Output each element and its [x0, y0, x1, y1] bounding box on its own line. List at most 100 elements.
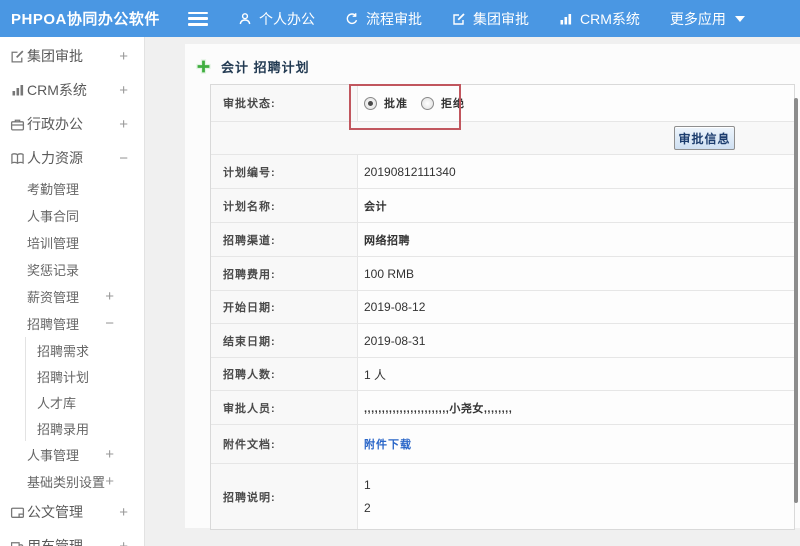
form-row: 招聘费用: 100 RMB	[211, 257, 794, 291]
sidebar-item-招聘管理[interactable]: 招聘管理 −	[0, 310, 144, 337]
sidebar-item-label: 奖惩记录	[27, 263, 80, 278]
field-value: 100 RMB	[364, 266, 415, 281]
main-content: 会计 招聘计划 审批状态: 批准 拒绝 审批信息 计划编号: 20190812111…	[145, 37, 800, 546]
page-title-text: 会计 招聘计划	[221, 60, 310, 75]
sidebar-item-培训管理[interactable]: 培训管理	[0, 229, 144, 256]
sidebar-item-用车管理[interactable]: 用车管理 +	[0, 529, 144, 546]
field-value: 12	[358, 464, 794, 529]
top-nav: 个人办公 流程审批 集团审批 CRM系统 更多应用	[238, 9, 745, 29]
nav-item-1[interactable]: 个人办公	[238, 9, 315, 29]
nav-item-5[interactable]: 更多应用	[670, 9, 745, 29]
field-value: 1 人	[364, 367, 387, 382]
app-logo[interactable]: PHPOA协同办公软件	[0, 8, 188, 29]
form-row: 招聘说明: 1 2	[211, 464, 794, 529]
flow-icon	[345, 12, 359, 26]
sidebar-item-label: 用车管理	[27, 538, 83, 546]
sidebar-item-奖惩记录[interactable]: 奖惩记录	[0, 256, 144, 283]
sidebar-item-招聘计划[interactable]: 招聘计划	[0, 363, 144, 389]
sidebar-item-人才库[interactable]: 人才库	[0, 389, 144, 415]
attachment-download-link[interactable]: 附件下载	[364, 436, 412, 452]
expand-icon[interactable]: +	[105, 289, 114, 304]
expand-icon[interactable]: +	[119, 83, 128, 98]
field-label: 计划编号:	[211, 155, 358, 188]
bar-chart-icon	[559, 12, 573, 26]
radio-selected-icon[interactable]	[364, 96, 377, 110]
sidebar-item-公文管理[interactable]: 公文管理 +	[0, 495, 144, 529]
sidebar-item-人事合同[interactable]: 人事合同	[0, 202, 144, 229]
nav-item-2[interactable]: 流程审批	[345, 9, 422, 29]
edit-icon	[452, 12, 466, 26]
form-row: 计划名称: 会计	[211, 189, 794, 223]
sidebar-item-label: 人力资源	[27, 150, 83, 166]
sidebar-item-label: 薪资管理	[27, 290, 80, 305]
sidebar-scrollbar[interactable]	[794, 98, 798, 503]
menu-hamburger-icon[interactable]	[188, 11, 208, 26]
form-row: 附件文档: 附件下载	[211, 425, 794, 464]
expand-icon[interactable]: +	[119, 539, 128, 546]
radio-unselected-icon[interactable]	[421, 96, 434, 110]
sidebar-item-人力资源[interactable]: 人力资源 −	[0, 141, 144, 175]
bar-chart-icon	[8, 83, 27, 97]
field-value: 2019-08-31	[364, 333, 426, 348]
sidebar-item-label: 招聘录用	[37, 421, 90, 437]
form-row: 审批人员: ,,,,,,,,,,,,,,,,,,,,,,,,小尧女,,,,,,,,	[211, 391, 794, 425]
radio-option-批准[interactable]: 批准	[364, 95, 408, 111]
field-label: 审批人员:	[211, 391, 358, 424]
sidebar-item-集团审批[interactable]: 集团审批 +	[0, 39, 144, 73]
content-panel: 会计 招聘计划 审批状态: 批准 拒绝 审批信息 计划编号: 20190812111…	[185, 44, 800, 530]
nav-item-label: 流程审批	[366, 10, 422, 27]
nav-item-label: 更多应用	[669, 10, 726, 27]
sidebar-item-薪资管理[interactable]: 薪资管理 +	[0, 283, 144, 310]
page-title: 会计 招聘计划	[196, 57, 310, 76]
field-label: 附件文档:	[211, 425, 358, 463]
nav-item-label: 个人办公	[259, 10, 315, 27]
edit-square-icon	[8, 49, 27, 64]
sidebar-item-label: 基础类别设置	[27, 475, 106, 490]
sidebar-item-label: 人才库	[37, 395, 77, 411]
field-label: 计划名称:	[211, 189, 358, 222]
radio-option-拒绝[interactable]: 拒绝	[421, 95, 465, 111]
sidebar-item-考勤管理[interactable]: 考勤管理	[0, 175, 144, 202]
field-label: 开始日期:	[211, 291, 358, 323]
sidebar-item-label: 集团审批	[27, 48, 83, 64]
field-label: 招聘渠道:	[211, 223, 358, 256]
expand-icon[interactable]: +	[119, 49, 128, 64]
field-label: 结束日期:	[211, 324, 358, 357]
sidebar-item-label: 培训管理	[27, 236, 80, 251]
nav-item-4[interactable]: CRM系统	[559, 9, 640, 29]
collapse-icon[interactable]: −	[105, 316, 114, 331]
sidebar-item-招聘录用[interactable]: 招聘录用	[0, 415, 144, 441]
sidebar-item-人事管理[interactable]: 人事管理 +	[0, 441, 144, 468]
field-value: 网络招聘	[364, 234, 410, 247]
document-icon	[8, 505, 27, 520]
row-approval-status: 审批状态: 批准 拒绝	[211, 84, 794, 130]
sidebar-item-label: 招聘计划	[37, 369, 90, 385]
sidebar-item-label: CRM系统	[27, 82, 87, 98]
field-value: 会计	[364, 200, 387, 213]
truck-icon	[8, 539, 27, 546]
add-icon	[196, 59, 211, 74]
collapse-icon[interactable]: −	[119, 151, 128, 166]
sidebar-item-招聘需求[interactable]: 招聘需求	[0, 337, 144, 363]
description-lines: 12	[364, 470, 371, 523]
form-row: 招聘渠道: 网络招聘	[211, 223, 794, 257]
expand-icon[interactable]: +	[119, 505, 128, 520]
sidebar-item-基础类别设置[interactable]: 基础类别设置 +	[0, 468, 144, 495]
sidebar-item-label: 人事管理	[27, 448, 80, 463]
approval-status-options: 批准 拒绝	[358, 85, 794, 121]
field-label: 招聘费用:	[211, 257, 358, 290]
sidebar-item-label: 考勤管理	[27, 182, 80, 197]
approval-form: 审批状态: 批准 拒绝 审批信息 计划编号: 20190812111340 计划名称:…	[210, 84, 795, 530]
nav-item-label: CRM系统	[580, 10, 640, 27]
approval-status-label: 审批状态:	[211, 85, 358, 121]
nav-item-3[interactable]: 集团审批	[452, 9, 529, 29]
caret-down-icon	[733, 15, 745, 22]
description-line: 2	[364, 501, 371, 515]
expand-icon[interactable]: +	[105, 474, 114, 489]
approval-info-button[interactable]: 审批信息	[674, 126, 735, 150]
sidebar-item-CRM系统[interactable]: CRM系统 +	[0, 73, 144, 107]
expand-icon[interactable]: +	[119, 117, 128, 132]
field-value: ,,,,,,,,,,,,,,,,,,,,,,,,小尧女,,,,,,,,	[364, 402, 513, 415]
sidebar-item-行政办公[interactable]: 行政办公 +	[0, 107, 144, 141]
expand-icon[interactable]: +	[105, 447, 114, 462]
